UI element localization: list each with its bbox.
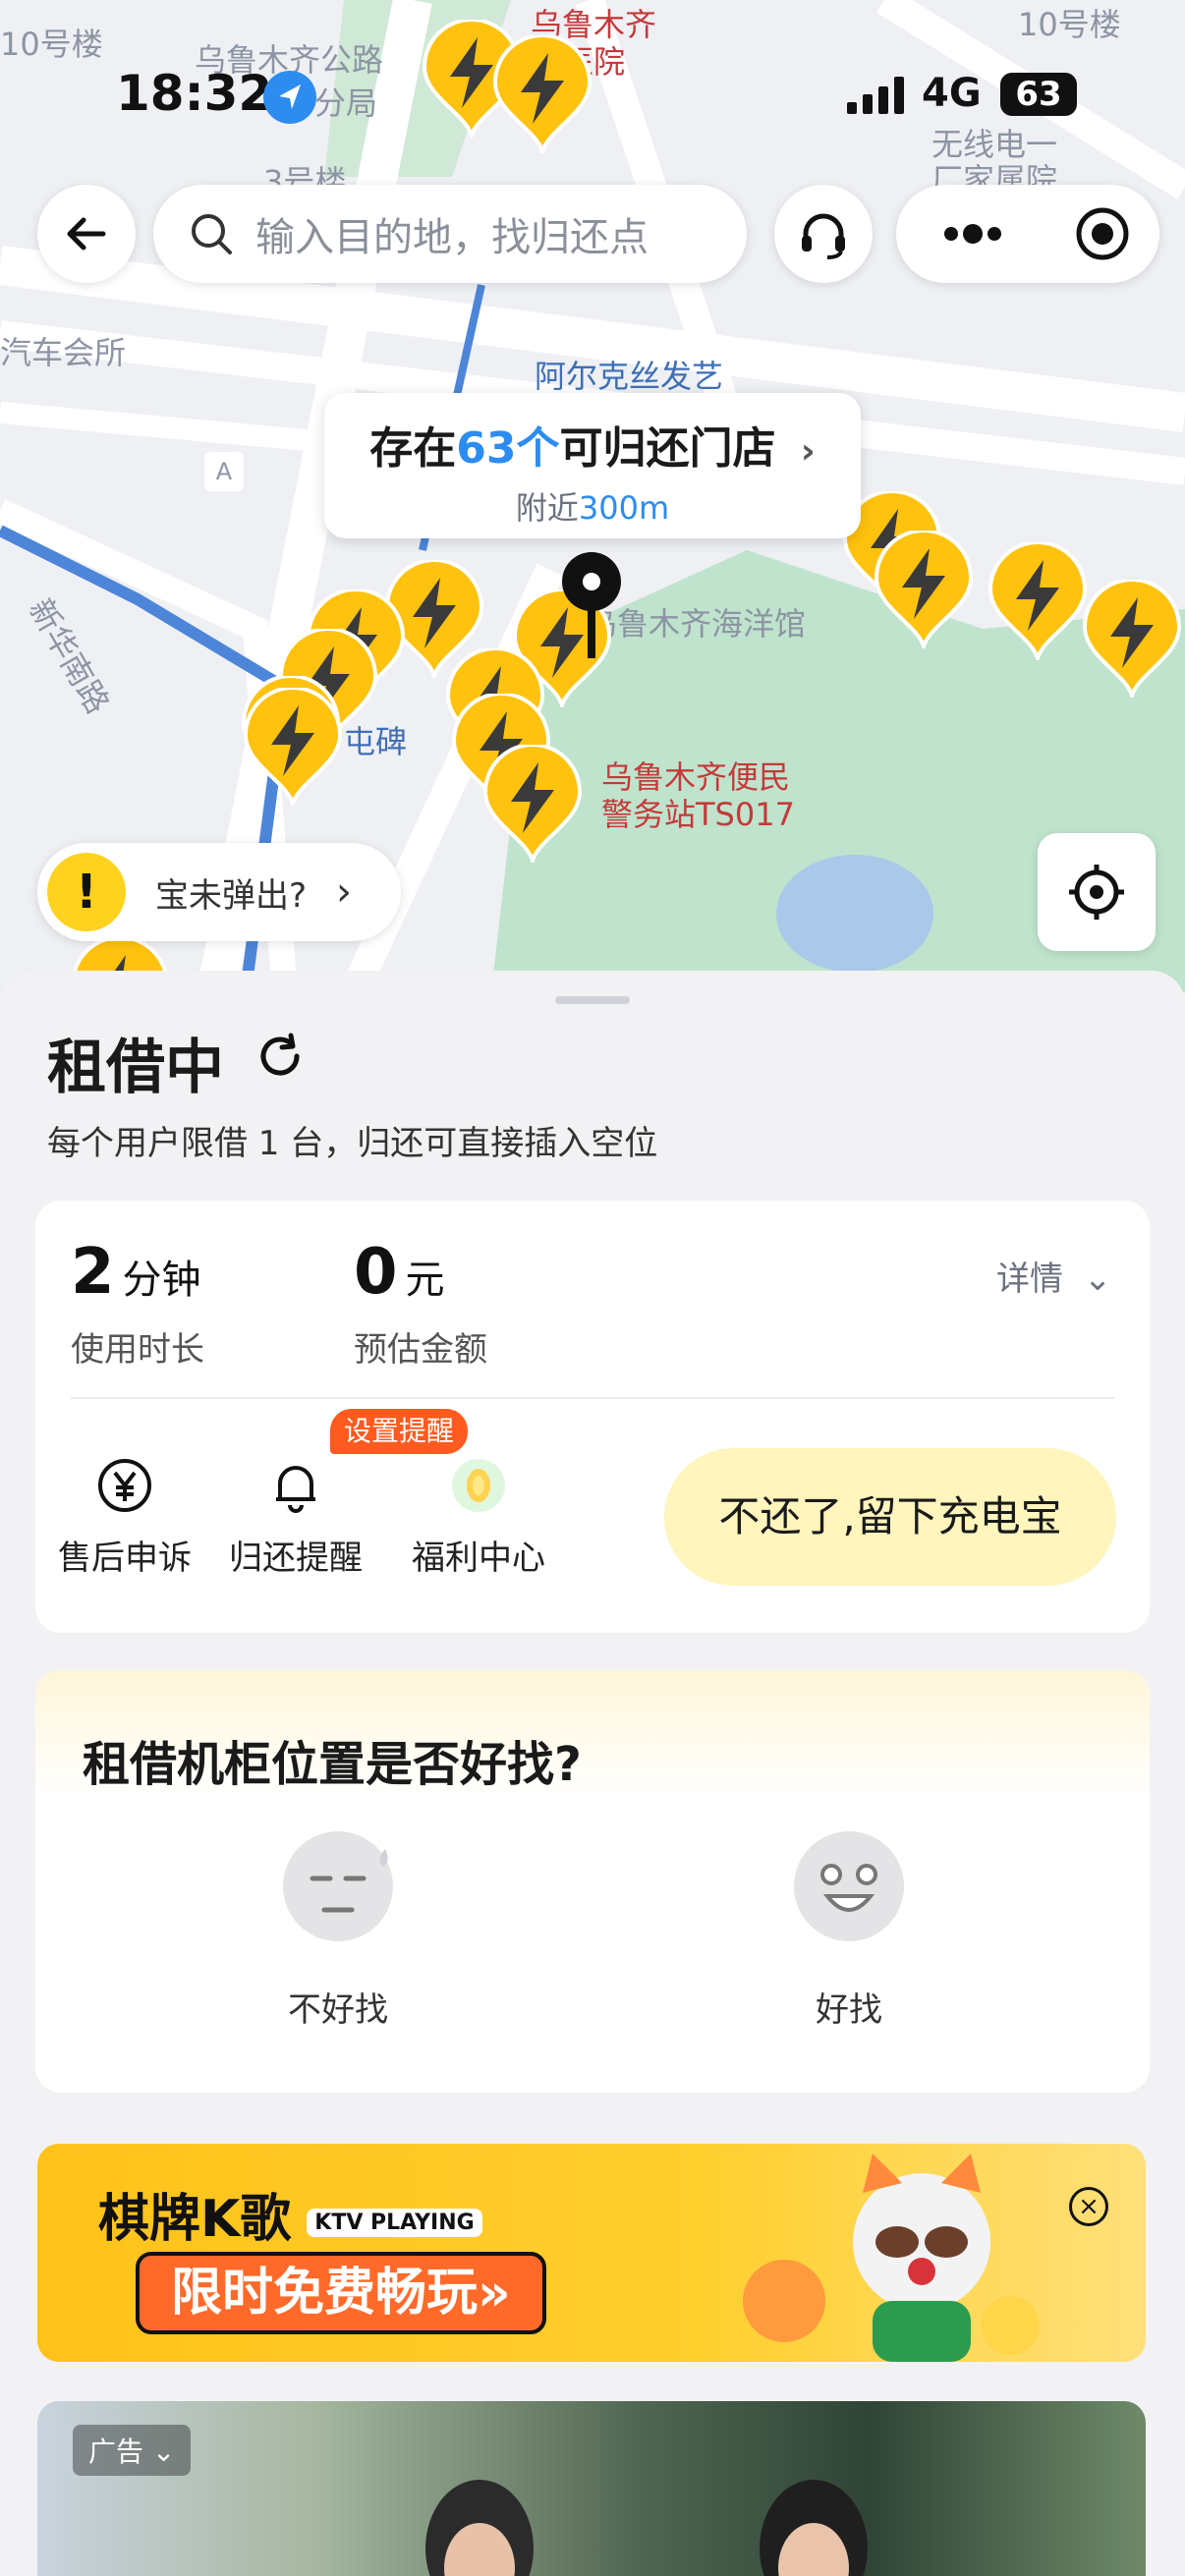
welfare-center-button[interactable]: 福利中心 [405, 1454, 552, 1579]
hard-to-find-label: 不好找 [288, 1990, 388, 2030]
usage-duration: 2 分钟 使用时长 [71, 1236, 204, 1371]
close-ad-button[interactable]: × [1069, 2187, 1108, 2226]
estimated-amount-label: 预估金额 [354, 1330, 487, 1370]
chevron-down-icon: ⌄ [1083, 1260, 1112, 1299]
search-placeholder: 输入目的地，找归还点 [255, 215, 649, 260]
raccoon-mascot-icon [743, 2154, 1040, 2362]
network-type: 4G [922, 71, 982, 116]
warning-icon: ! [47, 853, 126, 931]
arrow-left-icon [67, 217, 106, 251]
details-label: 详情 [996, 1260, 1063, 1299]
powerbank-not-ejected-button[interactable]: ! 宝未弹出? › [37, 843, 401, 941]
yuan-circle-icon [98, 1459, 151, 1512]
usage-duration-value: 2 [71, 1236, 115, 1309]
map-label-salon: 阿尔克丝发艺 [535, 358, 724, 395]
after-sales-appeal-label: 售后申诉 [58, 1539, 192, 1578]
cabinet-location-survey-card: 租借机柜位置是否好找? 不好找 好找 [35, 1670, 1150, 2093]
charging-station-pin[interactable] [873, 529, 975, 654]
chevron-right-icon: › [800, 431, 816, 472]
status-bar: 18:32 4G 63 [0, 0, 1185, 196]
ktv-promo-banner[interactable]: 棋牌K歌 KTV PLAYING 限时免费畅玩» × [37, 2144, 1146, 2362]
after-sales-appeal-button[interactable]: 售后申诉 [51, 1454, 198, 1579]
map-view[interactable]: 10号楼 乌鲁木齐公路 分局 乌鲁木齐 二医院 10号楼 无线电一 厂家属院 3… [0, 0, 1185, 992]
chevron-down-icon: ⌄ [143, 2436, 176, 2468]
charging-station-pin[interactable] [987, 540, 1089, 666]
promo-title: 棋牌K歌 KTV PLAYING [98, 2177, 482, 2251]
more-icon[interactable] [943, 214, 1002, 253]
welfare-center-label: 福利中心 [412, 1539, 545, 1578]
search-icon [192, 214, 232, 254]
customer-service-button[interactable] [774, 185, 873, 283]
crosshair-icon [1069, 865, 1124, 920]
back-button[interactable] [37, 185, 136, 283]
easy-to-find-label: 好找 [816, 1990, 882, 2030]
sheet-drag-handle[interactable] [555, 996, 630, 1004]
return-reminder-button[interactable]: 归还提醒 [222, 1454, 369, 1579]
battery-icon: 63 [1000, 73, 1077, 116]
estimated-amount-unit: 元 [405, 1258, 445, 1303]
ad-people-image [425, 2480, 868, 2576]
promo-ktv-tag: KTV PLAYING [307, 2208, 482, 2237]
gift-icon [452, 1459, 505, 1512]
estimated-amount-value: 0 [354, 1236, 398, 1309]
location-services-icon [263, 71, 316, 124]
status-time: 18:32 [116, 65, 273, 122]
bell-icon [276, 1466, 315, 1513]
set-reminder-badge[interactable]: 设置提醒 [330, 1409, 469, 1454]
mini-program-capsule [896, 185, 1159, 283]
estimated-amount: 0元 预估金额 [354, 1236, 487, 1371]
ad-tag[interactable]: 广告 ⌄ [73, 2425, 192, 2476]
rental-rule-text: 每个用户限借 1 台，归还可直接插入空位 [47, 1124, 658, 1163]
happy-face-icon [794, 1831, 904, 1941]
hard-to-find-option[interactable]: 不好找 [240, 1827, 436, 2031]
refresh-icon[interactable] [254, 1030, 307, 1083]
survey-question: 租借机柜位置是否好找? [83, 1737, 582, 1792]
return-stores-bubble[interactable]: 存在63个可归还门店 › 附近300m [324, 393, 861, 538]
rental-bottom-sheet: 租借中 每个用户限借 1 台，归还可直接插入空位 2 分钟 使用时长 0元 预估金… [0, 971, 1185, 2576]
usage-duration-unit: 分钟 [122, 1258, 201, 1303]
charging-station-pin[interactable] [481, 743, 584, 868]
search-input[interactable]: 输入目的地，找归还点 [153, 185, 747, 283]
rental-status-title: 租借中 [47, 1034, 224, 1102]
map-label-road-a: A [204, 452, 244, 491]
details-toggle[interactable]: 详情 ⌄ [996, 1252, 1111, 1300]
ad-video-card[interactable]: 广告 ⌄ [37, 2401, 1146, 2576]
return-stores-count-text: 存在63个可归还门店 › [369, 423, 816, 474]
rental-info-card: 2 分钟 使用时长 0元 预估金额 详情 ⌄ 售后申诉 归还提醒 设置提醒 福利中… [35, 1201, 1150, 1633]
headset-icon [802, 213, 845, 259]
map-label-police-2: 警务站TS017 [601, 796, 795, 833]
signal-icon [847, 77, 904, 114]
chevron-right-icon: › [336, 869, 353, 915]
locate-me-button[interactable] [1038, 833, 1156, 951]
return-reminder-label: 归还提醒 [229, 1539, 363, 1578]
usage-duration-label: 使用时长 [71, 1330, 204, 1370]
location-marker-icon [560, 550, 623, 668]
unhappy-face-icon [283, 1831, 393, 1941]
charging-station-pin[interactable] [242, 686, 344, 812]
powerbank-not-ejected-label: 宝未弹出? [155, 875, 308, 916]
return-stores-distance-text: 附近300m [515, 489, 670, 527]
divider [71, 1397, 1114, 1399]
keep-powerbank-button[interactable]: 不还了,留下充电宝 [664, 1448, 1116, 1586]
charging-station-pin[interactable] [1081, 578, 1183, 703]
close-mini-program-icon[interactable] [1073, 204, 1132, 263]
map-label-club: 汽车会所 [0, 334, 127, 371]
easy-to-find-option[interactable]: 好找 [751, 1827, 947, 2031]
promo-subtitle: 限时免费畅玩» [136, 2252, 546, 2334]
